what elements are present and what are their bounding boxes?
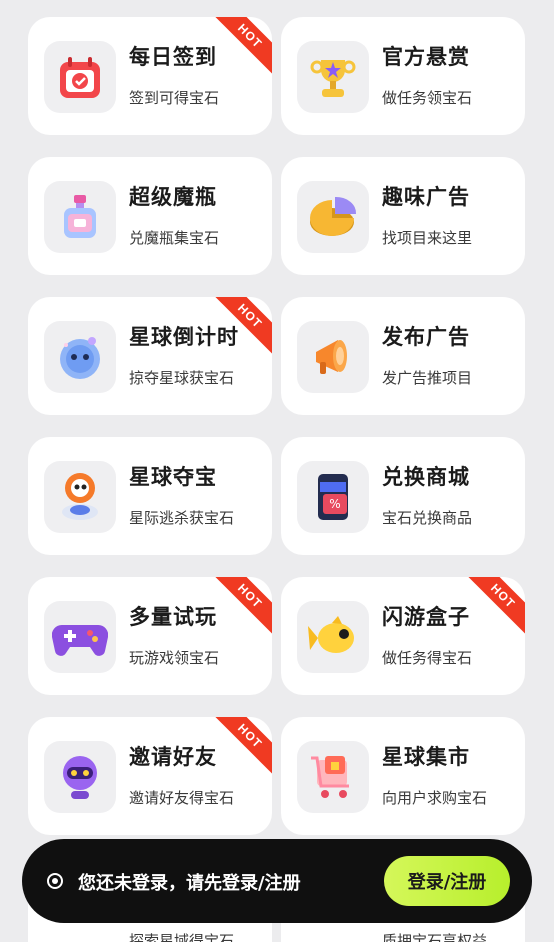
card-subtitle: 掠夺星球获宝石 <box>129 369 235 387</box>
card-planet-countdown[interactable]: 星球倒计时 掠夺星球获宝石 HOT <box>28 297 272 415</box>
robot-head-icon <box>44 741 116 813</box>
card-publish-ads[interactable]: 发布广告 发广告推项目 <box>281 297 525 415</box>
login-prompt-bar: 您还未登录，请先登录/注册 登录/注册 <box>22 839 532 923</box>
card-title: 闪游盒子 <box>382 605 470 629</box>
calendar-check-icon <box>44 41 116 113</box>
card-title: 多量试玩 <box>129 605 217 629</box>
card-title: 每日签到 <box>129 45 217 69</box>
card-title: 邀请好友 <box>129 745 217 769</box>
radio-dot-icon <box>47 873 63 889</box>
card-subtitle: 发广告推项目 <box>382 369 473 387</box>
card-title: 星球夺宝 <box>129 465 217 489</box>
gamepad-icon <box>44 601 116 673</box>
card-title: 星球倒计时 <box>129 325 239 349</box>
astronaut-icon <box>44 461 116 533</box>
pie-chart-icon <box>297 181 369 253</box>
card-planet-treasure[interactable]: 星球夺宝 星际逃杀获宝石 <box>28 437 272 555</box>
login-register-button[interactable]: 登录/注册 <box>384 856 510 906</box>
card-subtitle: 做任务得宝石 <box>382 649 473 667</box>
card-daily-checkin[interactable]: 每日签到 签到可得宝石 HOT <box>28 17 272 135</box>
card-subtitle: 签到可得宝石 <box>129 89 220 107</box>
card-planet-market[interactable]: 星球集市 向用户求购宝石 <box>281 717 525 835</box>
trophy-icon <box>297 41 369 113</box>
card-super-magic-bottle[interactable]: 超级魔瓶 兑魔瓶集宝石 <box>28 157 272 275</box>
card-subtitle: 宝石兑换商品 <box>382 509 473 527</box>
card-invite-friends[interactable]: 邀请好友 邀请好友得宝石 HOT <box>28 717 272 835</box>
card-official-bounty[interactable]: 官方悬赏 做任务领宝石 <box>281 17 525 135</box>
card-subtitle: 向用户求购宝石 <box>382 789 488 807</box>
card-exchange-mall[interactable]: % 兑换商城 宝石兑换商品 <box>281 437 525 555</box>
card-title: 趣味广告 <box>382 185 470 209</box>
card-title: 星球集市 <box>382 745 470 769</box>
card-subtitle-peek-right: 质押宝石享权益 <box>382 932 488 942</box>
card-subtitle: 星际逃杀获宝石 <box>129 509 235 527</box>
card-title: 官方悬赏 <box>382 45 470 69</box>
card-fun-ads[interactable]: 趣味广告 找项目来这里 <box>281 157 525 275</box>
card-subtitle: 兑魔瓶集宝石 <box>129 229 220 247</box>
card-title: 发布广告 <box>382 325 470 349</box>
robot-planet-icon <box>44 321 116 393</box>
megaphone-icon <box>297 321 369 393</box>
card-subtitle-peek-left: 探索星域得宝石 <box>129 932 235 942</box>
login-prompt-message: 您还未登录，请先登录/注册 <box>78 873 301 894</box>
perfume-bottle-icon <box>44 181 116 253</box>
fish-icon <box>297 601 369 673</box>
card-flash-game-box[interactable]: 闪游盒子 做任务得宝石 HOT <box>281 577 525 695</box>
card-title: 超级魔瓶 <box>129 185 217 209</box>
card-multi-trial[interactable]: 多量试玩 玩游戏领宝石 HOT <box>28 577 272 695</box>
card-subtitle: 找项目来这里 <box>382 229 473 247</box>
card-title: 兑换商城 <box>382 465 470 489</box>
card-subtitle: 做任务领宝石 <box>382 89 473 107</box>
shopping-cart-icon <box>297 741 369 813</box>
svg-text:%: % <box>329 497 340 511</box>
store-phone-icon: % <box>297 461 369 533</box>
card-subtitle: 邀请好友得宝石 <box>129 789 235 807</box>
card-subtitle: 玩游戏领宝石 <box>129 649 220 667</box>
